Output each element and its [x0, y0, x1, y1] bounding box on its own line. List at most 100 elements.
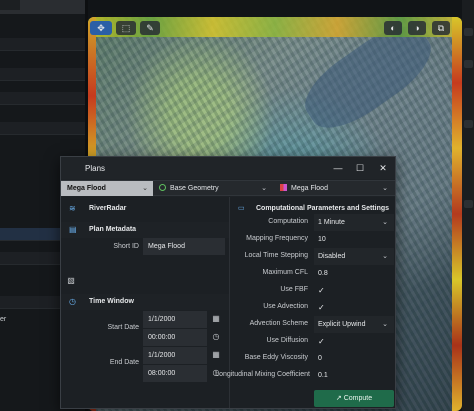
screenshot-icon[interactable]: ⧉	[432, 21, 450, 35]
flow-dropdown[interactable]: Mega Flood ⌄	[280, 181, 388, 196]
param-label: Use Diffusion	[266, 337, 308, 344]
start-date-label: Start Date	[107, 324, 139, 331]
right-toolbar	[462, 0, 474, 411]
chevron-down-icon: ⌄	[382, 219, 388, 226]
param-value: Explicit Upwind	[318, 321, 366, 328]
calendar-icon[interactable]: ▦	[209, 312, 223, 326]
param-row-computation: Computation 1 Minute ⌄	[230, 214, 396, 231]
longitudinal-mixing-input[interactable]: 0.1	[314, 367, 394, 384]
base-eddy-viscosity-input[interactable]: 0	[314, 350, 394, 367]
sidebar-row[interactable]	[0, 122, 85, 135]
param-row-longitudinal-mixing: Longitudinal Mixing Coefficient 0.1	[215, 367, 396, 384]
param-label: Base Eddy Viscosity	[244, 354, 308, 361]
maximize-icon[interactable]: ☐	[353, 161, 367, 175]
compute-button[interactable]: ↗ Compute	[314, 390, 394, 407]
calendar-icon[interactable]: ▦	[209, 348, 223, 362]
param-value: 1 Minute	[318, 219, 345, 226]
globe-icon[interactable]: ◐	[384, 21, 402, 35]
param-row-use-advection: Use Advection ✓	[230, 299, 396, 316]
chevron-down-icon: ⌄	[382, 253, 388, 260]
geometry-dropdown-value: Base Geometry	[170, 185, 219, 192]
pan-tool-icon[interactable]: ✥	[90, 21, 112, 35]
computational-parameters-title: Computational Parameters and Settings	[256, 205, 390, 212]
plans-dialog: Plans — ☐ ✕ Mega Flood ⌄ Base Geometry ⌄…	[60, 156, 396, 409]
checkmark-icon: ✓	[318, 337, 325, 346]
dialog-titlebar[interactable]: Plans — ☐ ✕	[61, 157, 395, 179]
chevron-down-icon: ⌄	[142, 185, 148, 192]
geometry-icon	[159, 184, 166, 191]
param-label: Mapping Frequency	[246, 235, 308, 242]
end-date-label: End Date	[109, 359, 139, 366]
plan-selector-bar: Mega Flood ⌄ Base Geometry ⌄ Mega Flood …	[61, 180, 395, 196]
param-label: Maximum CFL	[262, 269, 308, 276]
close-icon[interactable]: ✕	[376, 161, 390, 175]
sidebar-row[interactable]	[0, 68, 85, 81]
param-label: Advection Scheme	[249, 320, 308, 327]
select-tool-icon[interactable]: ⬚	[116, 21, 136, 35]
sidebar-text-fragment: er	[0, 316, 7, 323]
left-sidebar-tab[interactable]	[0, 0, 20, 10]
time-window-header: ◷ Time Window	[61, 294, 229, 310]
end-date-input[interactable]: 1/1/2000	[143, 347, 207, 364]
param-row-use-diffusion: Use Diffusion ✓	[230, 333, 396, 350]
checkmark-icon: ✓	[318, 303, 325, 312]
plan-metadata-title: Plan Metadata	[89, 226, 137, 233]
param-row-mapping-frequency: Mapping Frequency 10	[230, 231, 396, 248]
param-row-local-time-stepping: Local Time Stepping Disabled ⌄	[230, 248, 396, 265]
param-label: Computation	[268, 218, 308, 225]
plan-metadata-header: ▤ Plan Metadata	[61, 222, 229, 238]
minimize-icon[interactable]: —	[331, 161, 345, 175]
end-time-input[interactable]: 08:00:00	[143, 365, 207, 382]
layers-icon[interactable]: ◑	[408, 21, 426, 35]
dialog-title: Plans	[85, 164, 106, 173]
start-time-input[interactable]: 00:00:00	[143, 329, 207, 346]
start-date-input[interactable]: 1/1/2000	[143, 311, 207, 328]
chevron-down-icon: ⌄	[261, 185, 267, 192]
local-time-stepping-dropdown[interactable]: Disabled ⌄	[314, 248, 394, 265]
param-value: Disabled	[318, 253, 346, 260]
flow-icon	[280, 184, 287, 191]
use-advection-checkbox[interactable]: ✓	[314, 299, 394, 316]
maximum-cfl-input[interactable]: 0.8	[314, 265, 394, 282]
param-row-use-fbf: Use FBF ✓	[230, 282, 396, 299]
clock-icon[interactable]: ◷	[209, 330, 223, 344]
param-row-base-eddy-viscosity: Base Eddy Viscosity 0	[230, 350, 396, 367]
toolbar-button[interactable]	[464, 28, 473, 36]
riverradar-label: RiverRadar	[89, 205, 127, 212]
param-label: Local Time Stepping	[244, 252, 308, 259]
plan-dropdown[interactable]: Mega Flood ⌄	[61, 181, 153, 196]
plan-left-pane: ≋ RiverRadar ▤ Plan Metadata Short ID Me…	[61, 197, 229, 408]
short-id-input[interactable]: Mega Flood	[143, 238, 225, 255]
toolbar-button[interactable]	[464, 200, 473, 208]
flow-dropdown-value: Mega Flood	[291, 185, 328, 192]
toolbar-button[interactable]	[464, 120, 473, 128]
param-label: Longitudinal Mixing Coefficient	[215, 371, 310, 378]
param-label: Use FBF	[280, 286, 308, 293]
riverradar-section[interactable]: ≋ RiverRadar	[61, 201, 229, 217]
geometry-dropdown[interactable]: Base Geometry ⌄	[159, 181, 267, 196]
chevron-down-icon: ⌄	[382, 321, 388, 328]
sidebar-row[interactable]	[0, 38, 85, 51]
toolbar-button[interactable]	[464, 60, 473, 68]
time-window-title: Time Window	[89, 298, 134, 305]
mapping-frequency-input[interactable]: 10	[314, 231, 394, 248]
checkmark-icon: ✓	[318, 286, 325, 295]
draw-tool-icon[interactable]: ✎	[140, 21, 160, 35]
advection-scheme-dropdown[interactable]: Explicit Upwind ⌄	[314, 316, 394, 333]
computation-dropdown[interactable]: 1 Minute ⌄	[314, 214, 394, 231]
short-id-label: Short ID	[113, 243, 139, 250]
use-diffusion-checkbox[interactable]: ✓	[314, 333, 394, 350]
map-edge-colormap	[452, 17, 462, 411]
param-row-maximum-cfl: Maximum CFL 0.8	[230, 265, 396, 282]
sidebar-row[interactable]	[0, 92, 85, 105]
document-icon: ▤	[69, 225, 77, 234]
param-row-advection-scheme: Advection Scheme Explicit Upwind ⌄	[230, 316, 396, 333]
plan-dropdown-value: Mega Flood	[67, 185, 106, 192]
image-icon[interactable]: ▧	[64, 274, 78, 288]
clock-icon: ◷	[69, 297, 76, 306]
chevron-down-icon: ⌄	[382, 185, 388, 192]
param-label: Use Advection	[263, 303, 308, 310]
compute-icon: ↗	[335, 395, 344, 402]
use-fbf-checkbox[interactable]: ✓	[314, 282, 394, 299]
compute-label: Compute	[343, 395, 373, 402]
